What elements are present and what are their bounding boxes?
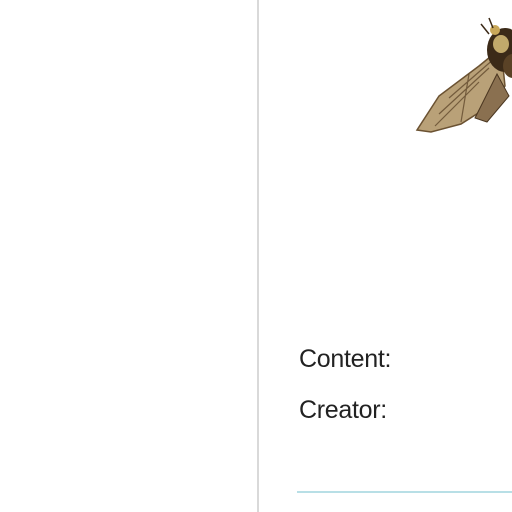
creator-label: Creator:: [299, 396, 387, 424]
left-pane: [0, 0, 257, 512]
record-detail-pane: Content: Creator:: [259, 0, 512, 512]
specimen-image[interactable]: [409, 14, 512, 138]
content-label: Content:: [299, 345, 392, 373]
page: Content: Creator:: [0, 0, 512, 512]
section-divider: [297, 491, 512, 493]
